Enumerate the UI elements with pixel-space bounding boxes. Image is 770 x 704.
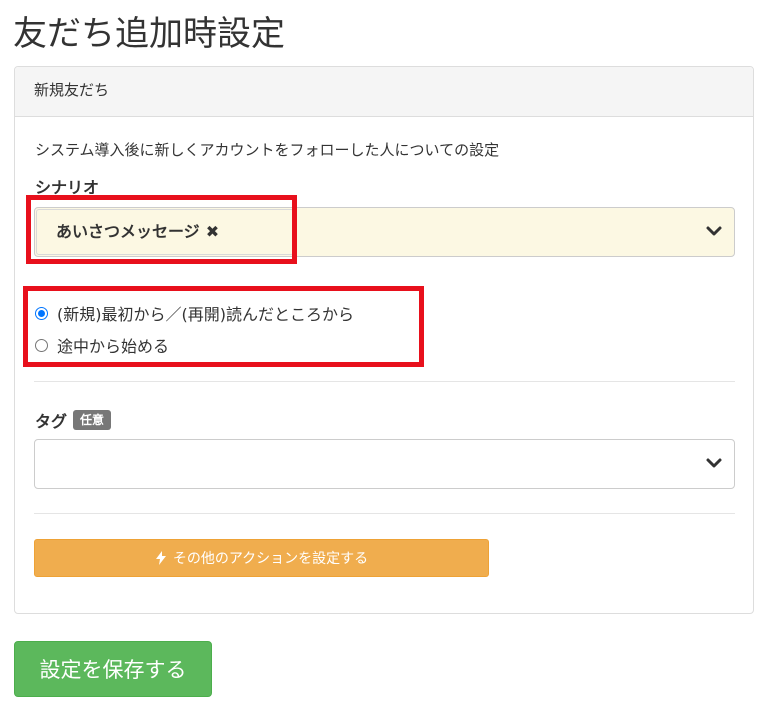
- chevron-down-icon[interactable]: [705, 222, 723, 240]
- other-actions-label: その他のアクションを設定する: [172, 551, 369, 567]
- tag-label: タグ: [35, 412, 68, 431]
- tag-label-group: タグ 任意: [35, 408, 112, 432]
- other-actions-button[interactable]: その他のアクションを設定する: [34, 539, 489, 577]
- chevron-down-icon[interactable]: [705, 454, 723, 472]
- optional-badge: 任意: [73, 410, 112, 430]
- bolt-icon: [155, 551, 166, 565]
- panel-description: システム導入後に新しくアカウントをフォローした人についての設定: [35, 141, 500, 159]
- tag-select[interactable]: [34, 439, 735, 489]
- section-divider: [34, 513, 735, 514]
- page-title: 友だち追加時設定: [13, 14, 285, 54]
- panel-heading: 新規友だち: [15, 67, 753, 117]
- highlight-box-scenario: [26, 195, 297, 264]
- highlight-box-start-options: [23, 286, 424, 367]
- save-settings-button[interactable]: 設定を保存する: [14, 641, 212, 697]
- section-divider: [34, 381, 735, 382]
